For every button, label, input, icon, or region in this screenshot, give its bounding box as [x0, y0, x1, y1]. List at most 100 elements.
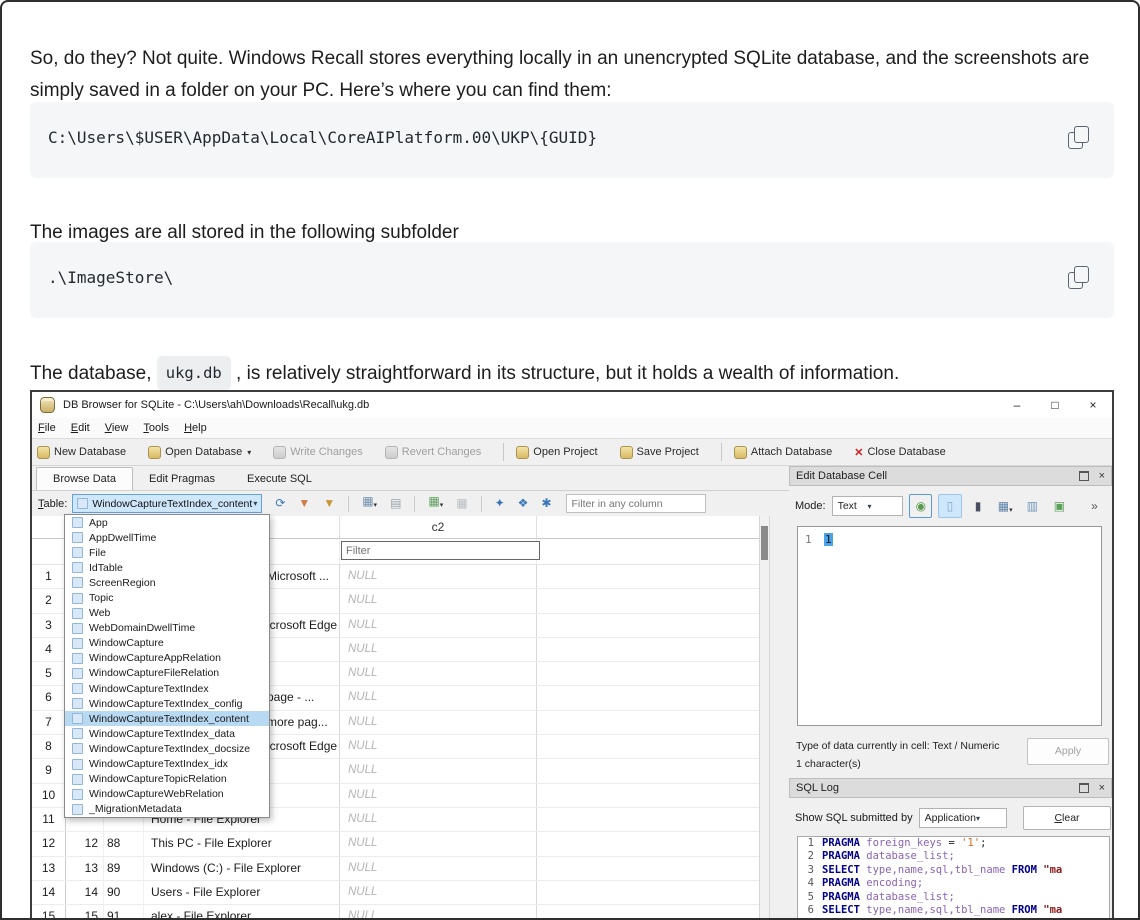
tab-browse-data[interactable]: Browse Data [36, 467, 133, 490]
cell-c0[interactable]: 88 [104, 832, 144, 855]
cell-c1[interactable]: Users - File Explorer [144, 881, 340, 904]
float-panel-icon[interactable] [1079, 783, 1089, 793]
cell-c0[interactable]: 91 [104, 905, 144, 920]
menu-edit[interactable]: Edit [71, 422, 90, 434]
dropdown-item-windowcapturetextindex_docsize[interactable]: WindowCaptureTextIndex_docsize [65, 741, 269, 756]
new-database-button[interactable]: New Database [37, 446, 126, 459]
import-cell-icon[interactable]: ◉ [909, 494, 932, 518]
close-panel-icon[interactable]: × [1099, 782, 1105, 794]
dropdown-item-app[interactable]: App [65, 515, 269, 530]
maximize-button[interactable]: □ [1036, 393, 1074, 417]
cell-c2[interactable]: NULL [340, 759, 537, 782]
conditional-filter-icon[interactable]: ✱ [541, 494, 551, 513]
sql-source-select[interactable]: Application▾ [919, 808, 1007, 828]
scrollbar-thumb[interactable] [761, 526, 768, 560]
dropdown-item-windowcaptureapprelation[interactable]: WindowCaptureAppRelation [65, 651, 269, 666]
cell-c2[interactable]: NULL [340, 857, 537, 880]
open-external-icon[interactable]: ▣ [1049, 495, 1070, 517]
open-in-new-tab-icon[interactable]: ❖ [518, 494, 529, 513]
revert-changes-button[interactable]: Revert Changes [385, 446, 482, 459]
overflow-chevron-icon[interactable]: » [1084, 495, 1105, 517]
save-cell-icon[interactable]: ▦▾ [995, 495, 1016, 517]
cell-c0[interactable]: 89 [104, 857, 144, 880]
cell-c2[interactable]: NULL [340, 808, 537, 831]
cell-c2[interactable]: NULL [340, 735, 537, 758]
dropdown-item-appdwelltime[interactable]: AppDwellTime [65, 530, 269, 545]
tab-edit-pragmas[interactable]: Edit Pragmas [133, 468, 231, 490]
cell-c2[interactable]: NULL [340, 662, 537, 685]
dropdown-item-file[interactable]: File [65, 545, 269, 560]
cell-c2[interactable]: NULL [340, 686, 537, 709]
dropdown-item-windowcapture[interactable]: WindowCapture [65, 636, 269, 651]
binary-view-icon[interactable]: ▮ [968, 495, 989, 517]
clear-all-filters-icon[interactable]: ▼ [298, 494, 310, 513]
menu-help[interactable]: Help [184, 422, 207, 434]
tab-execute-sql[interactable]: Execute SQL [231, 468, 328, 490]
mode-select[interactable]: Text▾ [832, 496, 904, 516]
cell-c2[interactable]: NULL [340, 832, 537, 855]
cell-c2[interactable]: NULL [340, 589, 537, 612]
copy-icon[interactable] [1068, 266, 1092, 292]
dropdown-item-topic[interactable]: Topic [65, 590, 269, 605]
cell-c2[interactable]: NULL [340, 565, 537, 588]
float-panel-icon[interactable] [1079, 471, 1089, 481]
table-row[interactable]: 121288This PC - File ExplorerNULL [32, 832, 759, 856]
filter-any-column-input[interactable] [566, 494, 706, 513]
table-select-combobox[interactable]: WindowCaptureTextIndex_content ▾ [72, 494, 262, 513]
cell-c2[interactable]: NULL [340, 905, 537, 920]
dropdown-item-idtable[interactable]: IdTable [65, 560, 269, 575]
dropdown-item-windowcapturetextindex_idx[interactable]: WindowCaptureTextIndex_idx [65, 757, 269, 772]
attach-database-button[interactable]: Attach Database [734, 446, 832, 459]
cell-c2[interactable]: NULL [340, 881, 537, 904]
cell-id[interactable]: 12 [66, 832, 104, 855]
column-filter-input[interactable] [341, 541, 540, 560]
copy-icon[interactable] [1068, 126, 1092, 152]
print-icon[interactable]: ▤ [390, 494, 401, 513]
menu-file[interactable]: File [38, 422, 56, 434]
copy-cell-icon[interactable]: ▥ [1022, 495, 1043, 517]
cell-c2[interactable]: NULL [340, 614, 537, 637]
minimize-button[interactable]: – [998, 393, 1036, 417]
cell-c1[interactable]: This PC - File Explorer [144, 832, 340, 855]
cell-editor[interactable]: 1 1 [797, 526, 1102, 726]
dropdown-item-windowcapturetextindex[interactable]: WindowCaptureTextIndex [65, 681, 269, 696]
open-project-button[interactable]: Open Project [516, 446, 597, 459]
dropdown-item-_migrationmetadata[interactable]: _MigrationMetadata [65, 802, 269, 817]
menu-tools[interactable]: Tools [143, 422, 169, 434]
cell-c1[interactable]: Windows (C:) - File Explorer [144, 857, 340, 880]
dropdown-item-windowcapturetextindex_data[interactable]: WindowCaptureTextIndex_data [65, 726, 269, 741]
menu-view[interactable]: View [105, 422, 129, 434]
table-row[interactable]: 151591alex - File ExplorerNULL [32, 905, 759, 920]
write-changes-button[interactable]: Write Changes [273, 446, 363, 459]
open-database-button[interactable]: Open Database▾ [148, 446, 251, 459]
table-row[interactable]: 141490Users - File ExplorerNULL [32, 881, 759, 905]
cell-c2[interactable]: NULL [340, 784, 537, 807]
cell-id[interactable]: 14 [66, 881, 104, 904]
close-button[interactable]: × [1074, 393, 1112, 417]
delete-record-icon[interactable]: ▦ [456, 494, 467, 513]
vertical-scrollbar[interactable] [759, 516, 770, 920]
clear-filter-icon[interactable]: ▼ [323, 494, 335, 513]
go-first-record-icon[interactable]: ✦ [495, 494, 505, 513]
dropdown-item-screenregion[interactable]: ScreenRegion [65, 575, 269, 590]
dropdown-item-windowcapturetopicrelation[interactable]: WindowCaptureTopicRelation [65, 772, 269, 787]
cell-c2[interactable]: NULL [340, 711, 537, 734]
dropdown-item-windowcapturefilerelation[interactable]: WindowCaptureFileRelation [65, 666, 269, 681]
dropdown-item-web[interactable]: Web [65, 606, 269, 621]
cell-id[interactable]: 15 [66, 905, 104, 920]
close-panel-icon[interactable]: × [1099, 470, 1105, 482]
dropdown-item-windowcapturetextindex_config[interactable]: WindowCaptureTextIndex_config [65, 696, 269, 711]
text-document-icon[interactable]: ▯ [938, 494, 961, 518]
insert-record-icon[interactable]: ▦▾ [428, 492, 443, 515]
close-database-button[interactable]: ✕Close Database [854, 446, 946, 459]
dropdown-item-windowcapturetextindex_content[interactable]: WindowCaptureTextIndex_content [65, 711, 269, 726]
cell-c0[interactable]: 90 [104, 881, 144, 904]
save-results-icon[interactable]: ▦▾ [362, 492, 377, 515]
save-project-button[interactable]: Save Project [620, 446, 699, 459]
clear-button[interactable]: Clear [1023, 806, 1111, 830]
header-c2[interactable]: c2 [340, 516, 537, 538]
table-row[interactable]: 131389Windows (C:) - File ExplorerNULL [32, 857, 759, 881]
cell-id[interactable]: 13 [66, 857, 104, 880]
cell-c2[interactable]: NULL [340, 638, 537, 661]
dropdown-item-windowcapturewebrelation[interactable]: WindowCaptureWebRelation [65, 787, 269, 802]
